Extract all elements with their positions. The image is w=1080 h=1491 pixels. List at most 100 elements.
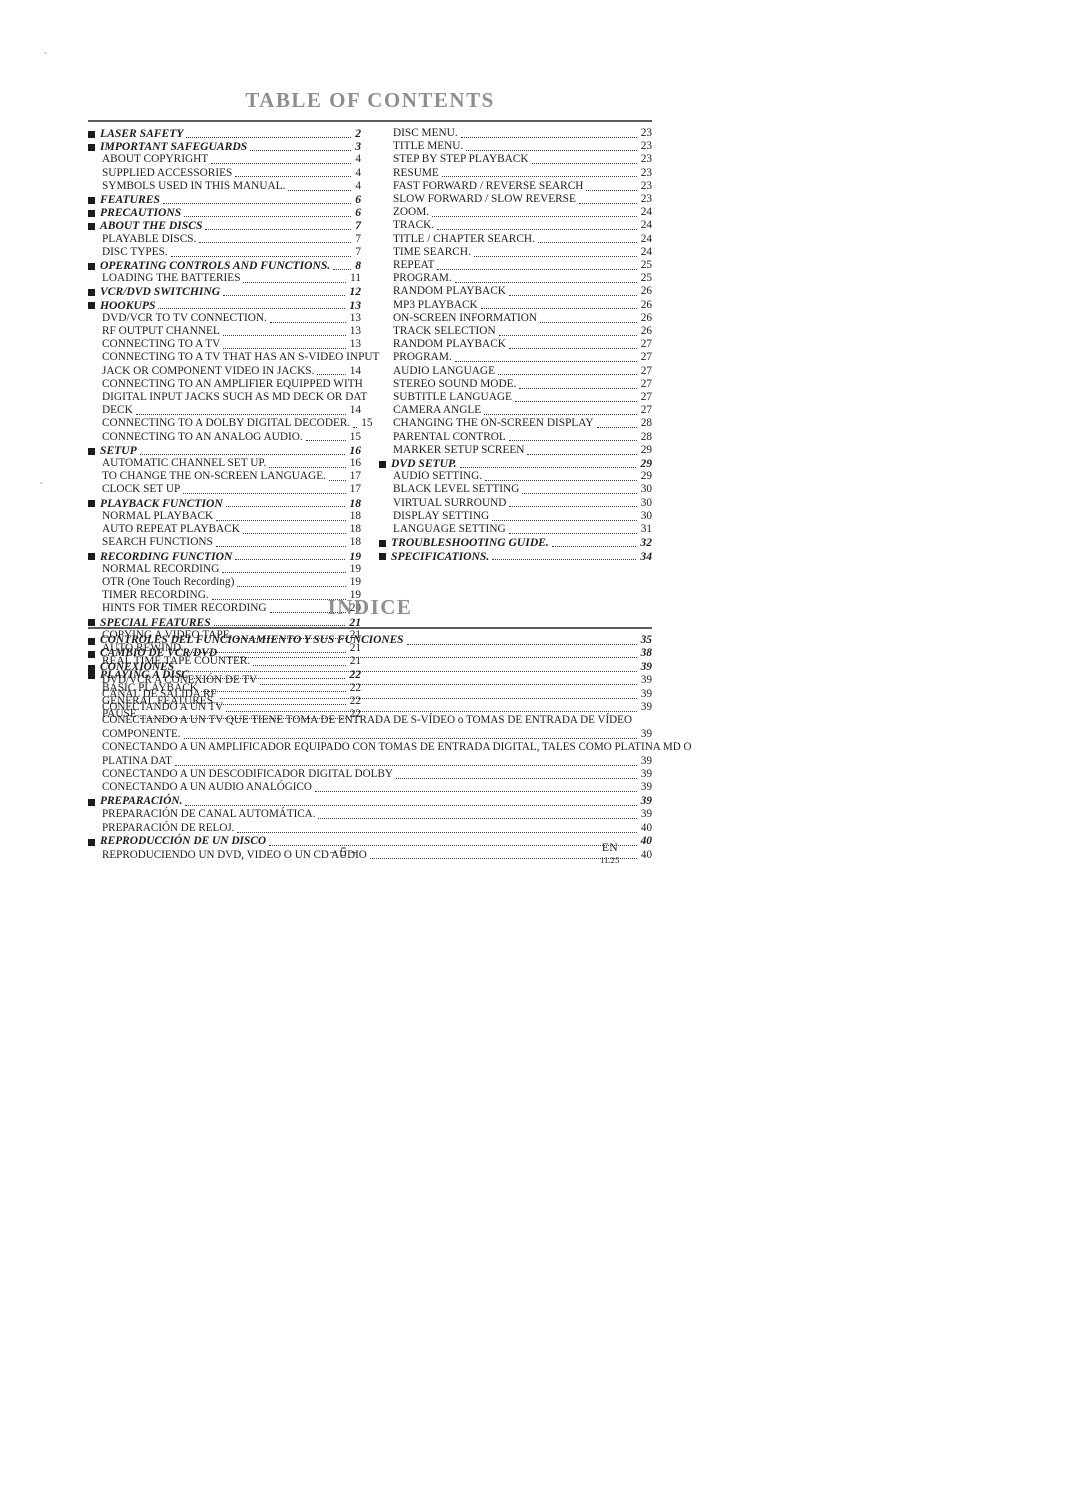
leader-dots <box>174 764 637 766</box>
toc-entry-page: 27 <box>640 338 652 351</box>
toc-entry-label: DVD SETUP. <box>391 457 457 471</box>
toc-entry-page: 29 <box>640 457 652 471</box>
toc-sub-entry: TRACK SELECTION 26 <box>379 325 652 338</box>
toc-sub-entry: ZOOM. 24 <box>379 206 652 219</box>
toc-entry-label: CHANGING THE ON-SCREEN DISPLAY <box>393 417 594 430</box>
toc-entry-page: 30 <box>640 509 652 522</box>
footer-document-code: 1L25 <box>600 854 620 865</box>
leader-dots <box>353 427 358 429</box>
leader-dots <box>205 229 352 231</box>
leader-dots <box>406 643 637 645</box>
toc-sub-entry: SYMBOLS USED IN THIS MANUAL. 4 <box>88 180 361 193</box>
toc-entry-label: CONECTANDO A UN AUDIO ANALÓGICO <box>102 781 312 794</box>
toc-entry-page: 26 <box>640 298 652 311</box>
toc-sub-entry: NORMAL PLAYBACK 18 <box>88 510 361 523</box>
toc-entry-page: 30 <box>640 483 652 496</box>
leader-dots <box>492 519 637 521</box>
toc-chapter-entry: FEATURES 6 <box>88 193 361 206</box>
toc-entry-page: 25 <box>640 259 652 272</box>
toc-sub-entry: PARENTAL CONTROL 28 <box>379 431 652 444</box>
square-bullet-icon <box>88 223 95 231</box>
toc-sub-entry: STEP BY STEP PLAYBACK 23 <box>379 153 652 166</box>
toc-entry-page: 23 <box>640 153 652 166</box>
leader-dots <box>237 831 637 833</box>
toc-entry-label: CAMERA ANGLE <box>393 404 482 417</box>
leader-dots <box>162 202 352 204</box>
toc-entry-page: 13 <box>349 338 361 351</box>
toc-sub-entry: MARKER SETUP SCREEN 29 <box>379 444 652 457</box>
toc-sub-entry: DVD/VCR A CONEXIÓN DE TV 39 <box>88 674 652 687</box>
toc-sub-entry: AUTO REPEAT PLAYBACK 18 <box>88 523 361 536</box>
toc-sub-entry: PLAYABLE DISCS. 7 <box>88 233 361 246</box>
toc-sub-entry: BLACK LEVEL SETTING 30 <box>379 483 652 496</box>
toc-sub-entry: CAMERA ANGLE 27 <box>379 404 652 417</box>
toc-entry-page: 34 <box>640 549 652 563</box>
toc-chapter-entry: PRECAUTIONS 6 <box>88 206 361 219</box>
leader-dots <box>184 215 352 217</box>
toc-entry-label: REPEAT <box>393 259 435 272</box>
toc-sub-entry: CLOCK SET UP 17 <box>88 483 361 496</box>
square-bullet-icon <box>88 289 95 297</box>
toc-entry-label: FEATURES <box>100 193 160 207</box>
leader-dots <box>441 176 637 178</box>
toc-sub-entry: TITLE / CHAPTER SEARCH. 24 <box>379 233 652 246</box>
leader-dots <box>235 176 352 178</box>
toc-entry-label: OTR (One Touch Recording) <box>102 575 235 588</box>
toc-sub-entry: FAST FORWARD / REVERSE SEARCH 23 <box>379 180 652 193</box>
toc-sub-entry: LOADING THE BATTERIES 11 <box>88 272 361 285</box>
toc-entry-page: 26 <box>640 311 652 324</box>
toc-entry-page: 6 <box>355 193 361 207</box>
toc-entry-label: CONECTANDO A UN TV QUE TIENE TOMA DE ENT… <box>102 714 632 727</box>
toc-sub-entry: PREPARACIÓN DE RELOJ. 40 <box>88 822 652 835</box>
toc-entry-page: 25 <box>640 272 652 285</box>
toc-entry-label: CONNECTING TO AN AMPLIFIER EQUIPPED WITH <box>102 377 363 390</box>
toc-entry-label: SYMBOLS USED IN THIS MANUAL. <box>102 179 286 192</box>
toc-entry-label: RANDOM PLAYBACK <box>393 338 506 351</box>
toc-entry-label: RESUME <box>393 166 439 179</box>
indice-section: INDICE CONTROLES DEL FUNCIONAMIENTO Y SU… <box>88 595 692 862</box>
leader-dots <box>473 255 637 257</box>
leader-dots <box>317 374 346 376</box>
leader-dots <box>395 777 637 779</box>
toc-sub-entry: ABOUT COPYRIGHT 4 <box>88 153 361 166</box>
leader-dots <box>288 189 352 191</box>
toc-entry-page: 23 <box>640 179 652 192</box>
toc-entry-label: HOOKUPS <box>100 298 156 312</box>
manual-page: TABLE OF CONTENTS LASER SAFETY 2 IMPORTANT… <box>0 0 1080 1491</box>
toc-entry-label: SLOW FORWARD / SLOW REVERSE <box>393 193 576 206</box>
leader-dots <box>222 334 346 336</box>
toc-entry-page: 19 <box>349 575 361 588</box>
scan-speck <box>44 52 47 54</box>
leader-dots <box>170 255 352 257</box>
toc-sub-entry: VIRTUAL SURROUND 30 <box>379 497 652 510</box>
toc-entry-label: TRACK SELECTION <box>393 325 496 338</box>
toc-entry-label: FAST FORWARD / REVERSE SEARCH <box>393 179 584 192</box>
leader-dots <box>514 400 637 402</box>
leader-dots <box>586 189 637 191</box>
toc-sub-entry: REPRODUCIENDO UN DVD, VIDEO O UN CD AUDI… <box>88 849 652 862</box>
toc-entry-label: STEREO SOUND MODE. <box>393 377 517 390</box>
leader-dots <box>437 268 637 270</box>
toc-chapter-entry: DVD SETUP. 29 <box>379 457 652 470</box>
leader-dots <box>460 136 637 138</box>
toc-entry-label: CONEXIONES <box>100 660 175 673</box>
toc-entry-label: AUDIO SETTING. <box>393 470 483 483</box>
toc-sub-entry: PROGRAM. 27 <box>379 351 652 364</box>
toc-chapter-entry: SPECIFICATIONS. 34 <box>379 550 652 563</box>
toc-entry-label: PREPARACIÓN DE CANAL AUTOMÁTICA. <box>102 808 316 821</box>
toc-sub-entry: AUTOMATIC CHANNEL SET UP. 16 <box>88 457 361 470</box>
toc-sub-entry: SUPPLIED ACCESSORIES 4 <box>88 167 361 180</box>
toc-entry-label: PROGRAM. <box>393 351 452 364</box>
toc-entry-page: 26 <box>640 325 652 338</box>
toc-entry-page: 24 <box>640 232 652 245</box>
square-bullet-icon <box>88 302 95 310</box>
leader-dots <box>216 519 346 521</box>
toc-entry-page: 39 <box>640 727 652 740</box>
toc-entry-page: 39 <box>640 687 652 700</box>
toc-sub-entry: NORMAL RECORDING 19 <box>88 563 361 576</box>
toc-chapter-entry: PLAYBACK FUNCTION 18 <box>88 497 361 510</box>
toc-entry-label: NORMAL PLAYBACK <box>102 509 214 522</box>
toc-entry-page: 39 <box>640 701 652 714</box>
toc-entry-page: 39 <box>640 754 652 767</box>
toc-entry-page: 2 <box>355 127 361 140</box>
